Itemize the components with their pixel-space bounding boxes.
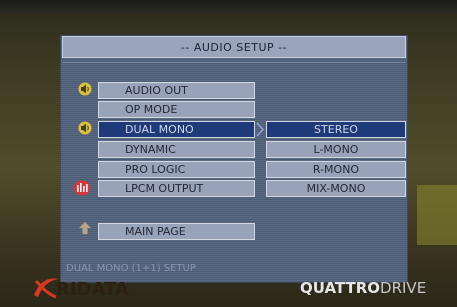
menu-op-mode[interactable]: OP MODE bbox=[98, 101, 255, 118]
menu-dynamic[interactable]: DYNAMIC bbox=[98, 141, 255, 158]
up-arrow-icon bbox=[78, 221, 92, 235]
brand-left-text: RIDATA bbox=[56, 279, 129, 300]
menu-lpcm-output[interactable]: LPCM OUTPUT bbox=[98, 180, 255, 197]
swoosh-icon bbox=[34, 278, 58, 299]
menu-dual-mono[interactable]: DUAL MONO bbox=[98, 121, 255, 138]
page-title: -- AUDIO SETUP -- bbox=[62, 36, 406, 58]
status-text: DUAL MONO (1+1) SETUP bbox=[66, 263, 196, 274]
brand-right-bold: QUATTRO bbox=[300, 279, 381, 297]
setup-panel bbox=[60, 35, 408, 283]
brand-logo-right: QUATTRODRIVE bbox=[300, 279, 426, 297]
title-divider bbox=[62, 62, 406, 63]
chevron-right-icon bbox=[255, 121, 265, 138]
equalizer-icon bbox=[73, 180, 91, 196]
option-l-mono[interactable]: L-MONO bbox=[266, 141, 406, 158]
option-stereo[interactable]: STEREO bbox=[266, 121, 406, 138]
speaker-icon bbox=[78, 121, 92, 135]
menu-audio-out[interactable]: AUDIO OUT bbox=[98, 82, 255, 99]
menu-pro-logic[interactable]: PRO LOGIC bbox=[98, 161, 255, 178]
brand-right-light: DRIVE bbox=[380, 279, 427, 297]
bezel-top bbox=[0, 0, 457, 14]
option-r-mono[interactable]: R-MONO bbox=[266, 161, 406, 178]
speaker-icon bbox=[78, 82, 92, 96]
option-mix-mono[interactable]: MIX-MONO bbox=[266, 180, 406, 197]
brand-logo-left: RIDATA bbox=[34, 278, 129, 300]
main-page-button[interactable]: MAIN PAGE bbox=[98, 223, 255, 240]
